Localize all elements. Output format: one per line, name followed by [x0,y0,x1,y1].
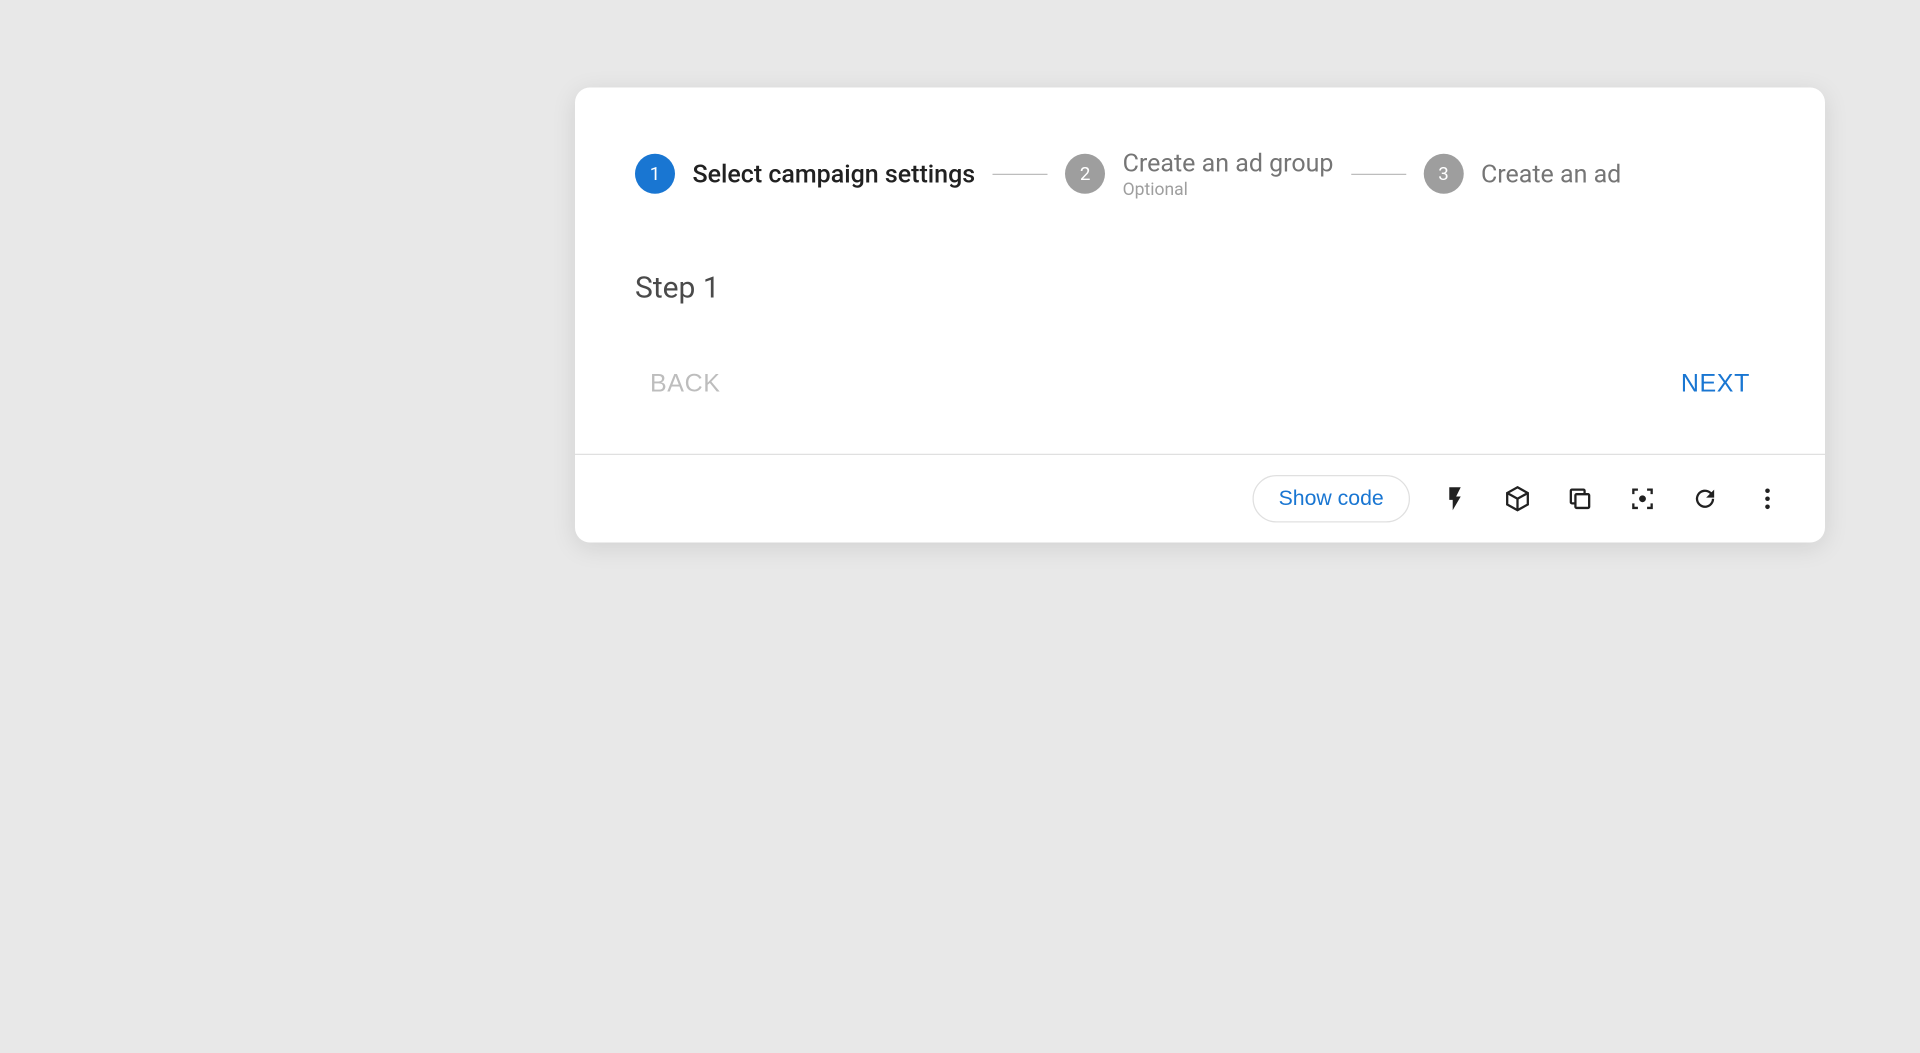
refresh-icon[interactable] [1688,481,1723,516]
step-3-circle: 3 [1423,154,1463,194]
step-connector-2 [1351,173,1406,174]
fullscreen-icon[interactable] [1625,481,1660,516]
step-2-circle: 2 [1065,154,1105,194]
copy-icon[interactable] [1563,481,1598,516]
footer-toolbar: Show code [575,454,1825,543]
stepper-nav: BACK NEXT [635,360,1765,409]
step-3-number: 3 [1438,163,1449,186]
step-2[interactable]: 2 Create an ad group Optional [1065,148,1333,201]
cube-icon[interactable] [1500,481,1535,516]
step-1-number: 1 [650,163,661,186]
stepper: 1 Select campaign settings 2 Create an a… [635,148,1765,271]
step-body-title: Step 1 [635,270,1765,305]
more-icon[interactable] [1750,481,1785,516]
back-button: BACK [635,360,736,409]
step-2-number: 2 [1080,163,1091,186]
step-2-sublabel: Optional [1123,180,1334,200]
next-button[interactable]: NEXT [1666,360,1765,409]
step-1-circle: 1 [635,154,675,194]
step-connector-1 [993,173,1048,174]
show-code-button[interactable]: Show code [1252,475,1410,523]
card-content: 1 Select campaign settings 2 Create an a… [575,88,1825,454]
step-3[interactable]: 3 Create an ad [1423,154,1621,194]
step-2-label: Create an ad group [1123,148,1334,178]
bolt-icon[interactable] [1438,481,1473,516]
step-1[interactable]: 1 Select campaign settings [635,154,975,194]
step-1-label: Select campaign settings [693,159,976,189]
step-3-label: Create an ad [1481,159,1621,189]
demo-card: 1 Select campaign settings 2 Create an a… [575,88,1825,543]
